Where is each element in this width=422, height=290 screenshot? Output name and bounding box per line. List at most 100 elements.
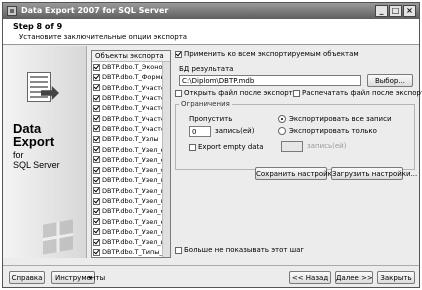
checkbox-icon (93, 207, 100, 215)
app-icon (7, 6, 17, 16)
title-bar: Data Export 2007 for SQL Server _ □ × (3, 3, 419, 19)
browse-button[interactable]: Выбор... (367, 74, 413, 87)
list-item-label: DBTP.dbo.T_Узел_сс (102, 207, 168, 216)
list-item-label: DBTP.dbo.T_Узел_и (102, 238, 165, 247)
list-item[interactable]: DBTP.dbo.T_Узел_пр (92, 175, 170, 185)
list-item-label: DBTP.dbo.T_Узел_пр (102, 176, 170, 185)
close-button[interactable]: Закрыть (377, 271, 415, 284)
print-after-checkbox[interactable]: Распечатать файл после экспорта (293, 89, 422, 97)
checkbox-icon (93, 197, 100, 205)
limits-group-title: Ограничения (179, 100, 232, 108)
checkbox-icon (93, 135, 100, 143)
open-after-checkbox[interactable]: Открыть файл после экспорта (175, 89, 297, 97)
checkbox-icon (93, 238, 100, 246)
checkbox-icon (93, 115, 100, 123)
dont-show-checkbox[interactable]: Больше не показывать этот шаг (175, 246, 304, 254)
save-settings-button[interactable]: Сохранить настройки... (255, 167, 343, 180)
list-item[interactable]: DBTP.dbo.T_Узлы (92, 134, 170, 144)
skip-stepper[interactable]: 0 (189, 126, 211, 137)
list-item-label: DBTP.dbo.T_Участок (102, 104, 169, 113)
checkbox-icon (93, 94, 100, 102)
skip-label: Пропустить (189, 115, 233, 123)
list-items: DBTP.dbo.T_Эконом DBTP.dbo.T_Формы DBTP.db… (92, 62, 170, 257)
list-item[interactable]: DBTP.dbo.T_Узел_сс (92, 227, 170, 237)
export-empty-checkbox[interactable]: Export empty data (189, 143, 264, 151)
result-db-label: БД результата (179, 65, 234, 73)
tools-button[interactable]: Инструменты ▾ (51, 271, 105, 284)
list-item[interactable]: DBTP.dbo.T_Участок (92, 93, 170, 103)
checkbox-icon (189, 143, 196, 151)
list-item-label: DBTP.dbo.T_Участок (102, 124, 169, 133)
wizard-window: Data Export 2007 for SQL Server _ □ × St… (2, 2, 422, 288)
checkbox-icon (175, 246, 182, 254)
list-item-label: DBTP.dbo.T_Узел_сс (102, 145, 168, 154)
checkbox-icon (93, 228, 100, 236)
skip-unit: запись(ей) (215, 127, 255, 135)
checkbox-icon (93, 187, 100, 195)
list-item-label: DBTP.dbo.T_Типы_у (102, 248, 167, 257)
table-export-icon (27, 72, 51, 102)
list-item[interactable]: DBTP.dbo.T_Узел_сс (92, 216, 170, 226)
list-item[interactable]: DBTP.dbo.T_Узел_сс (92, 165, 170, 175)
checkbox-icon (293, 89, 300, 97)
checkbox-icon (93, 218, 100, 226)
list-item[interactable]: DBTP.dbo.T_Узел_пр (92, 196, 170, 206)
list-item[interactable]: DBTP.dbo.T_Участок (92, 103, 170, 113)
footer-divider (3, 265, 419, 266)
next-button[interactable]: Далее >> (335, 271, 373, 284)
list-item[interactable]: DBTP.dbo.T_Участок (92, 113, 170, 123)
list-item[interactable]: DBTP.dbo.T_Узел_сс (92, 155, 170, 165)
list-item-label: DBTP.dbo.T_Участок (102, 114, 169, 123)
list-header: Объекты экспорта (92, 51, 170, 62)
help-button[interactable]: Справка (9, 271, 45, 284)
minimize-icon[interactable]: _ (375, 5, 388, 17)
export-only-stepper[interactable] (281, 141, 303, 152)
brand-for: for (13, 150, 24, 160)
step-subtitle: Установите заключительные опции экспорта (19, 33, 188, 41)
checkbox-icon (93, 166, 100, 174)
list-item[interactable]: DBTP.dbo.T_Типы_у (92, 247, 170, 257)
apply-all-checkbox[interactable]: Применить ко всем экспортируемым объекта… (175, 50, 359, 58)
brand-product: SQL Server (13, 160, 60, 170)
radio-icon (278, 115, 286, 123)
windows-logo-icon (43, 219, 73, 255)
checkbox-icon (93, 63, 100, 71)
back-button[interactable]: << Назад (289, 271, 331, 284)
list-item-label: DBTP.dbo.T_Формы (102, 73, 166, 82)
load-settings-button[interactable]: Загрузить настройки... (331, 167, 417, 180)
list-item[interactable]: DBTP.dbo.T_Узел_сс (92, 206, 170, 216)
checkbox-icon (93, 248, 100, 256)
checkbox-icon (93, 104, 100, 112)
list-item[interactable]: DBTP.dbo.T_Узел_пр (92, 186, 170, 196)
result-db-field[interactable]: C:\Diplom\DBTP.mdb (179, 75, 361, 86)
list-item-label: DBTP.dbo.T_Узел_пр (102, 197, 170, 205)
list-item-label: DBTP.dbo.T_Участок (102, 94, 169, 103)
window-title: Data Export 2007 for SQL Server (21, 6, 169, 15)
list-scrollbar[interactable] (162, 62, 170, 257)
step-indicator: Step 8 of 9 (13, 22, 63, 31)
list-item[interactable]: DBTP.dbo.T_Участок (92, 83, 170, 93)
checkbox-icon (93, 73, 100, 81)
checkbox-icon (93, 84, 100, 92)
list-item-label: DBTP.dbo.T_Узел_сс (102, 227, 168, 236)
list-item[interactable]: DBTP.dbo.T_Узел_сс (92, 144, 170, 154)
export-all-radio[interactable]: Экспортировать все записи (278, 115, 392, 123)
list-item[interactable]: DBTP.dbo.T_Эконом (92, 62, 170, 72)
list-item[interactable]: DBTP.dbo.T_Участок (92, 124, 170, 134)
maximize-icon[interactable]: □ (389, 5, 402, 17)
list-item-label: DBTP.dbo.T_Эконом (102, 63, 168, 72)
checkbox-icon (93, 125, 100, 133)
list-item[interactable]: DBTP.dbo.T_Формы (92, 72, 170, 82)
list-item-label: DBTP.dbo.T_Участок (102, 83, 169, 92)
close-icon[interactable]: × (403, 5, 416, 17)
export-objects-list[interactable]: Объекты экспорта DBTP.dbo.T_Эконом DBTP.d… (91, 50, 171, 258)
checkbox-icon (93, 146, 100, 154)
radio-icon (278, 127, 286, 135)
wizard-header: Step 8 of 9 Установите заключительные оп… (3, 19, 419, 45)
dropdown-arrow-icon: ▾ (88, 274, 92, 282)
list-item[interactable]: DBTP.dbo.T_Узел_и (92, 237, 170, 247)
list-item-label: DBTP.dbo.T_Узел_сс (102, 166, 168, 175)
list-item-label: DBTP.dbo.T_Узел_сс (102, 217, 168, 226)
brand-panel: Data Export for SQL Server (3, 46, 87, 258)
export-only-radio[interactable]: Экспортировать только (278, 127, 377, 135)
